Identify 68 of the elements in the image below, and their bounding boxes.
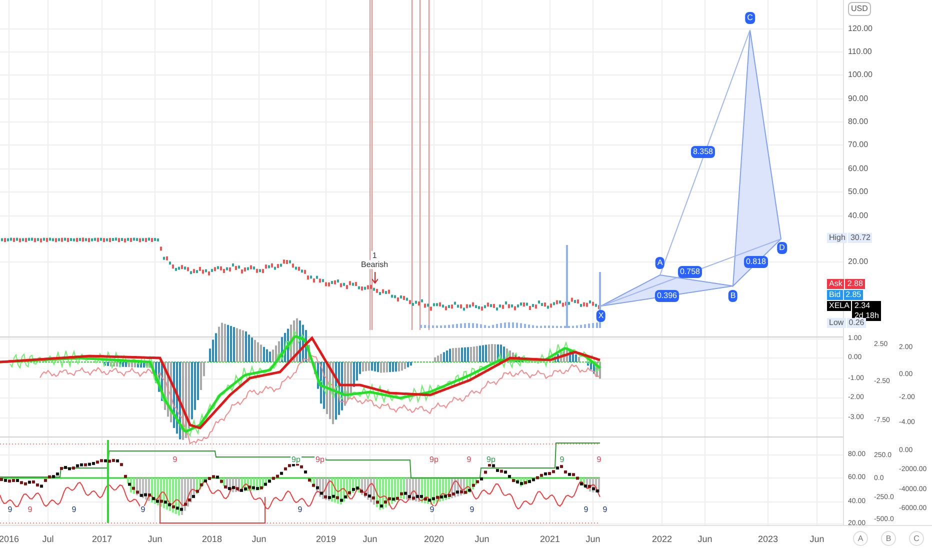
price-axis-label: 50.00 <box>848 186 868 198</box>
price-axis-label: 40.00 <box>848 210 868 222</box>
price-label-name: High <box>827 233 848 243</box>
price-label-name: Bid <box>827 290 843 300</box>
pattern-point-label: B <box>728 290 738 302</box>
signal-marker: 9 <box>596 456 602 464</box>
time-axis-label: Jun <box>698 533 712 546</box>
price-axis-label: 100.00 <box>848 69 872 81</box>
pattern-point-label: C <box>745 12 755 24</box>
currency-label[interactable]: USD <box>848 2 871 16</box>
price-axis-label: 20.00 <box>848 256 868 268</box>
price-axis-label: 120.00 <box>848 23 872 35</box>
pattern-point-label: D <box>777 242 787 254</box>
signal-marker: 9 <box>582 506 590 514</box>
price-axis-label: 80.00 <box>848 116 868 128</box>
price-label-name: Ask <box>827 279 844 289</box>
pattern-ratio-label: 0.758 <box>678 266 702 278</box>
time-axis-label: 2017 <box>92 533 112 546</box>
pattern-ratio-label: 0.818 <box>744 256 768 268</box>
price-value: 2.85 <box>846 290 862 300</box>
signal-marker: 9 <box>172 456 178 464</box>
countdown-text: 2d 18h <box>854 311 879 320</box>
pattern-point-label: A <box>655 257 665 269</box>
signal-marker: 9p <box>486 456 496 464</box>
scale-button[interactable]: A <box>853 531 868 546</box>
signal-marker: 9 <box>468 506 476 514</box>
time-axis-label: Jun <box>810 533 824 546</box>
price-axis-label: 90.00 <box>848 93 868 105</box>
pattern-ratio-label: 0.396 <box>654 290 680 302</box>
signal-marker: 9 <box>140 506 146 514</box>
signal-marker: 9 <box>428 506 436 514</box>
time-axis-label: 2019 <box>316 533 336 546</box>
price-axis-label: 70.00 <box>848 139 868 151</box>
time-axis-label: 2020 <box>424 533 444 546</box>
pattern-point-label: X <box>596 310 606 322</box>
time-axis-label: 2023 <box>758 533 778 546</box>
signal-label: Bearish <box>360 260 390 269</box>
price-value: 2.34 <box>854 301 872 311</box>
scale-button[interactable]: B <box>881 531 896 546</box>
scale-button[interactable]: C <box>909 531 924 546</box>
time-axis-label: 2018 <box>202 533 222 546</box>
signal-marker: 9p <box>428 456 440 464</box>
time-axis-label: Jun <box>362 533 378 546</box>
time-axis-label: 2021 <box>540 533 560 546</box>
time-axis-label: Jun <box>586 533 600 546</box>
price-label-name: Low <box>827 318 846 328</box>
time-axis-label: Jun <box>474 533 490 546</box>
signal-marker: 9 <box>70 506 78 514</box>
price-value: 2.88 <box>847 279 863 289</box>
signal-marker: 9p <box>290 456 302 464</box>
signal-marker: 9 <box>26 506 34 514</box>
pattern-ratio-label: 8.358 <box>690 146 716 158</box>
time-axis-label: Jun <box>252 533 266 546</box>
signal-marker: 9p <box>314 456 326 464</box>
signal-marker: 9 <box>558 456 566 464</box>
time-axis-label: Jun <box>148 533 162 546</box>
price-value: 30.72 <box>850 233 870 243</box>
price-axis-label: 110.00 <box>848 46 872 58</box>
signal-count: 1 <box>371 251 378 260</box>
time-axis-label: Jul <box>42 533 54 546</box>
signal-marker: 9 <box>466 456 472 464</box>
signal-marker: 9 <box>6 506 14 514</box>
signal-marker: 9 <box>602 506 608 514</box>
price-label-name: XELA <box>827 301 852 311</box>
time-axis-label: 2022 <box>652 533 672 546</box>
price-value: 0.26 <box>848 318 864 328</box>
signal-marker: 9 <box>296 506 304 514</box>
price-axis-label: 60.00 <box>848 163 868 175</box>
